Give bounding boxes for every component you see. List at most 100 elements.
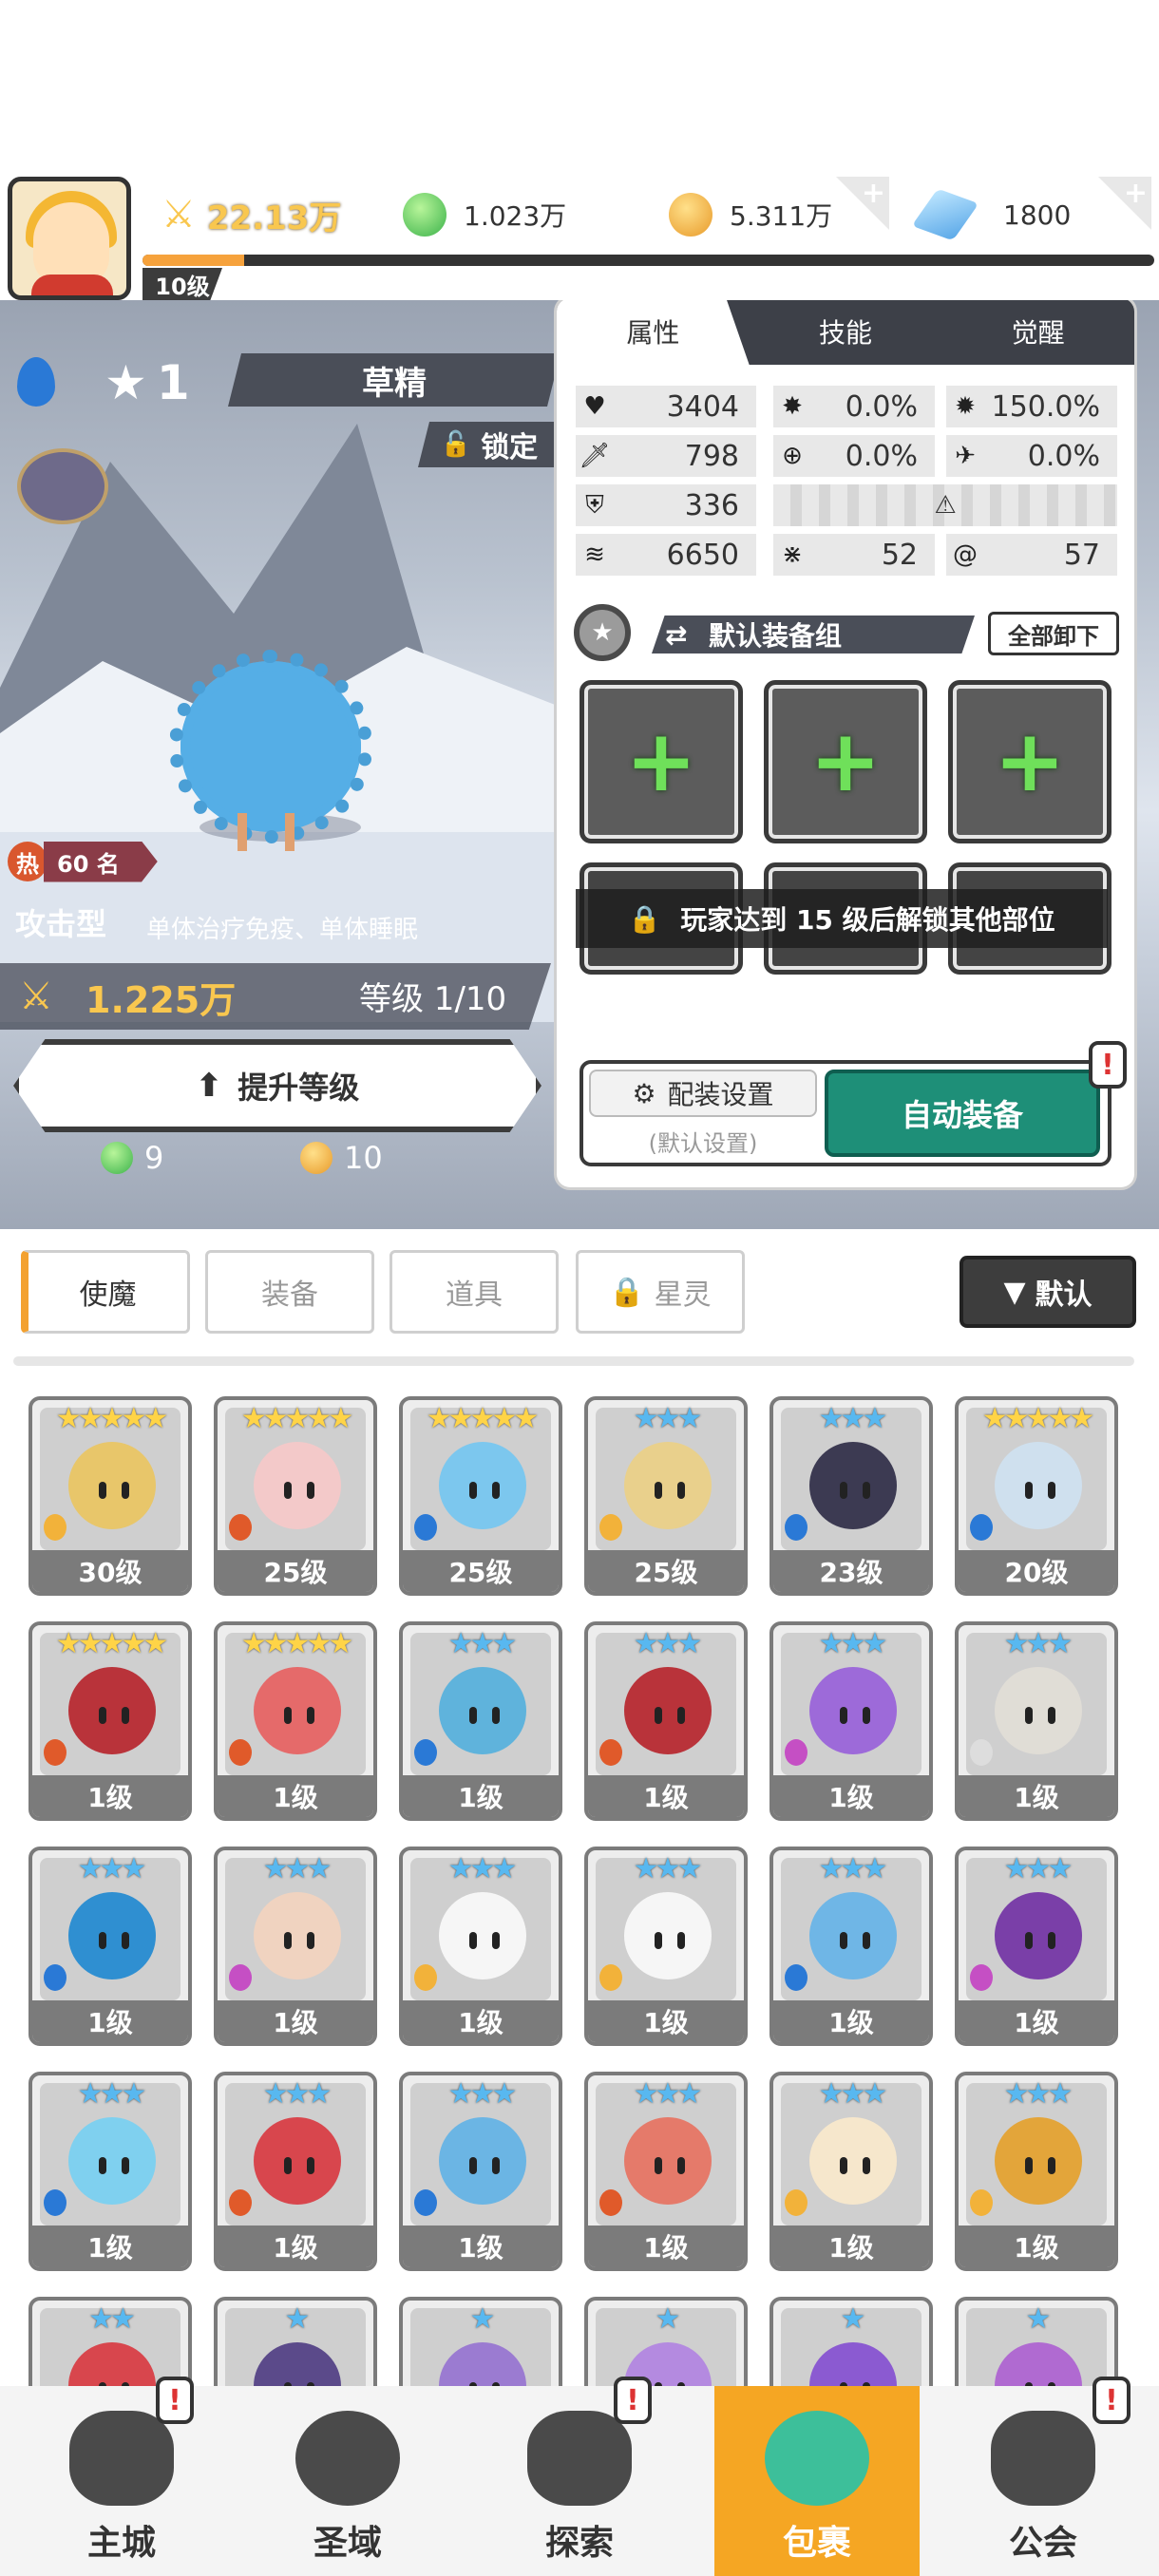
- tab-familiars[interactable]: 使魔: [21, 1250, 190, 1334]
- nav-explore[interactable]: 探索: [464, 2386, 695, 2576]
- familiar-card[interactable]: ★: [399, 2297, 562, 2386]
- familiar-card[interactable]: ★★★ 1级: [399, 1621, 562, 1821]
- familiar-card[interactable]: ★★★★★ 20级: [955, 1396, 1118, 1596]
- sword-icon: 🗡: [579, 442, 611, 470]
- familiar-head: [809, 1667, 897, 1754]
- familiar-card[interactable]: ★★★ 1级: [770, 1847, 933, 2046]
- equip-config-sub: (默认设置): [648, 1130, 758, 1157]
- familiar-eye: [1025, 1707, 1033, 1724]
- familiar-card[interactable]: ★★★ 1级: [584, 1621, 748, 1821]
- familiar-card[interactable]: ★★★ 1级: [28, 1847, 192, 2046]
- add-diamond-button[interactable]: +: [1098, 177, 1151, 230]
- unload-all-button[interactable]: 全部卸下: [988, 612, 1119, 655]
- tab-star-spirits[interactable]: 🔒 星灵: [576, 1250, 745, 1334]
- equip-slot-helmet[interactable]: +: [764, 680, 927, 843]
- familiar-card[interactable]: ★★★ 1级: [584, 2072, 748, 2271]
- familiar-card[interactable]: ★★★★★ 30级: [28, 1396, 192, 1596]
- familiar-eye: [655, 1707, 662, 1724]
- vortex-icon: [295, 2411, 400, 2506]
- locked-skin-icon[interactable]: [17, 448, 108, 524]
- familiar-head: [254, 1442, 341, 1529]
- familiar-level: 1级: [218, 2000, 373, 2042]
- hero-star-count: 1: [156, 355, 190, 410]
- familiar-level: 1级: [403, 2226, 559, 2267]
- familiar-eye: [99, 1707, 106, 1724]
- familiar-head: [254, 2342, 341, 2386]
- familiar-card[interactable]: ★★★ 1级: [955, 1847, 1118, 2046]
- familiar-eye: [469, 1707, 477, 1724]
- familiar-card[interactable]: ★: [214, 2297, 377, 2386]
- familiar-stars: ★★★: [1003, 2077, 1074, 2111]
- familiar-head: [809, 1892, 897, 1979]
- familiar-level: 1级: [403, 1775, 559, 1817]
- power-display: ⚔ 22.13万: [162, 177, 341, 253]
- familiar-eye: [492, 1707, 500, 1724]
- tab-items[interactable]: 道具: [390, 1250, 559, 1334]
- add-gold-button[interactable]: +: [836, 177, 889, 230]
- auto-equip-button[interactable]: 自动装备: [825, 1070, 1100, 1157]
- familiar-head: [439, 1667, 526, 1754]
- familiar-eye: [1025, 2157, 1033, 2174]
- tab-skills[interactable]: 技能: [750, 300, 942, 365]
- familiar-card[interactable]: ★★★ 1级: [770, 1621, 933, 1821]
- familiar-card[interactable]: ★★★★★ 1级: [28, 1621, 192, 1821]
- familiar-card[interactable]: ★: [584, 2297, 748, 2386]
- element-icon: [970, 1964, 993, 1991]
- green-gem-icon: [101, 1142, 133, 1174]
- familiar-card[interactable]: ★★★ 1级: [399, 1847, 562, 2046]
- player-avatar[interactable]: [8, 177, 131, 300]
- tab-equipment[interactable]: 装备: [205, 1250, 374, 1334]
- equip-slot-weapon[interactable]: +: [580, 680, 743, 843]
- element-icon: [785, 2189, 808, 2216]
- familiar-card[interactable]: ★★★★★ 25级: [214, 1396, 377, 1596]
- familiar-eye: [655, 2157, 662, 2174]
- nav-main-city[interactable]: 主城: [6, 2386, 238, 2576]
- familiar-eye: [677, 1482, 685, 1499]
- element-icon: [414, 1739, 437, 1766]
- tab-attributes[interactable]: 属性: [557, 300, 750, 365]
- element-icon: [785, 1514, 808, 1541]
- familiar-level: 25级: [218, 1550, 373, 1592]
- familiar-card[interactable]: ★★★ 1级: [399, 2072, 562, 2271]
- familiar-level: 1级: [218, 2226, 373, 2267]
- familiar-card[interactable]: ★: [770, 2297, 933, 2386]
- familiar-stars: ★★★: [633, 1402, 703, 1435]
- familiar-card[interactable]: ★★★ 1级: [214, 2072, 377, 2271]
- familiar-card[interactable]: ★★★ 1级: [28, 2072, 192, 2271]
- familiar-stars: ★★★: [818, 2077, 888, 2111]
- familiar-eye: [1025, 1482, 1033, 1499]
- familiar-card[interactable]: ★★★ 1级: [214, 1847, 377, 2046]
- familiar-level: 1级: [959, 2000, 1114, 2042]
- equip-slot-armor[interactable]: +: [948, 680, 1112, 843]
- burst-icon: ✹: [955, 392, 976, 421]
- equip-config-button[interactable]: ⚙ 配装设置: [589, 1070, 817, 1117]
- familiar-level: 1级: [773, 1775, 929, 1817]
- gold-resource[interactable]: 5.311万: [669, 177, 832, 253]
- familiar-card[interactable]: ★★★ 1级: [770, 2072, 933, 2271]
- familiar-card[interactable]: ★★★★★ 25级: [399, 1396, 562, 1596]
- familiar-card[interactable]: ★★★★★ 1级: [214, 1621, 377, 1821]
- equip-set-selector[interactable]: ⇄ 默认装备组: [652, 616, 975, 653]
- familiar-card[interactable]: ★★★ 23级: [770, 1396, 933, 1596]
- upgrade-level-button[interactable]: ⬆ 提升等级: [13, 1039, 542, 1132]
- familiar-card[interactable]: ★★: [28, 2297, 192, 2386]
- sort-dropdown[interactable]: ▼ 默认: [960, 1256, 1136, 1328]
- familiar-card[interactable]: ★★★ 25级: [584, 1396, 748, 1596]
- castle-icon: [69, 2411, 174, 2506]
- familiar-card[interactable]: ★★★ 1级: [584, 1847, 748, 2046]
- lock-toggle[interactable]: 🔓 锁定: [418, 422, 560, 467]
- familiar-head: [995, 1892, 1082, 1979]
- green-gem-resource[interactable]: 1.023万: [403, 177, 566, 253]
- swap-icon: ⇄: [665, 618, 688, 651]
- equip-set-header: ★ ⇄ 默认装备组 全部卸下: [566, 604, 1127, 661]
- familiar-card[interactable]: ★: [955, 2297, 1118, 2386]
- lock-icon: 🔒: [609, 1275, 645, 1309]
- nav-sanctuary[interactable]: 圣域: [232, 2386, 464, 2576]
- tab-awakening[interactable]: 觉醒: [941, 300, 1134, 365]
- diamond-resource[interactable]: 1800: [911, 177, 1071, 253]
- familiar-eye: [655, 1932, 662, 1949]
- familiar-eye: [863, 1482, 870, 1499]
- familiar-card[interactable]: ★★★ 1级: [955, 1621, 1118, 1821]
- familiar-card[interactable]: ★★★ 1级: [955, 2072, 1118, 2271]
- nav-inventory[interactable]: 包裹: [714, 2386, 920, 2576]
